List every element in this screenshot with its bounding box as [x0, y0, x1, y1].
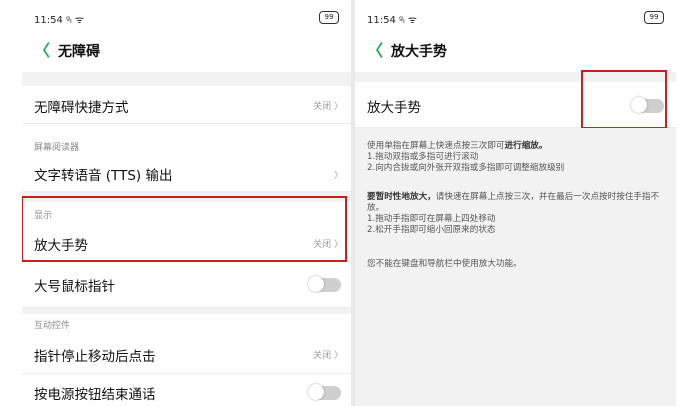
- list-item-label: 按电源按钮结束通话: [34, 387, 156, 403]
- list-item-click-after-stop[interactable]: 指针停止移动后点击 关闭 〉: [22, 336, 351, 374]
- battery-icon: 99: [319, 11, 339, 24]
- section-header-interaction: 互动控件: [34, 321, 71, 331]
- section-gap: [22, 308, 351, 314]
- list-item-big-pointer[interactable]: 大号鼠标指针: [22, 262, 351, 308]
- description-block-2: 要暂时性地放大，请快速在屏幕上点按三次，并在最后一次点按时按住手指不放。 1.拖…: [367, 192, 668, 236]
- desc-line: 您不能在键盘和导航栏中使用放大功能。: [367, 259, 522, 269]
- list-item-shortcut[interactable]: 无障碍快捷方式 关闭 〉: [22, 86, 351, 124]
- status-bar: 11:54 ᵍₗ ᯤ 99: [34, 11, 339, 26]
- list-item-label: 文字转语音 (TTS) 输出: [34, 168, 173, 184]
- accessibility-screen: 11:54 ᵍₗ ᯤ 99 〈 无障碍 无障碍快捷方式 关闭 〉 屏幕阅读器 文…: [22, 0, 351, 406]
- list-item-tts[interactable]: 文字转语音 (TTS) 输出 〉: [22, 156, 351, 192]
- list-item-value: 关闭 〉: [313, 102, 343, 112]
- section-gap: [22, 72, 351, 86]
- desc-bold-text: 进行缩放。: [504, 141, 548, 151]
- header: 〈 放大手势: [367, 40, 447, 62]
- magnification-gesture-screen: 11:54 ᵍₗ ᯤ 99 〈 放大手势 放大手势 使用单指在屏幕上快速点按三次…: [355, 0, 676, 406]
- back-arrow-icon[interactable]: 〈: [367, 40, 383, 62]
- status-time: 11:54 ᵍₗ ᯤ: [367, 15, 418, 26]
- desc-line: 1.拖动双指或多指可进行滚动: [367, 152, 479, 162]
- desc-text: 使用单指在屏幕上快速点按三次即可: [367, 141, 505, 151]
- list-item-label: 指针停止移动后点击: [34, 349, 156, 365]
- status-bar: 11:54 ᵍₗ ᯤ 99: [367, 11, 664, 26]
- desc-line: 2.向内合拢或向外张开双指或多指即可调整缩放级别: [367, 163, 565, 173]
- back-arrow-icon[interactable]: 〈: [34, 40, 50, 62]
- highlight-box: [581, 70, 667, 129]
- highlight-box: [22, 196, 347, 262]
- toggle-switch[interactable]: [308, 384, 341, 400]
- toggle-switch[interactable]: [308, 276, 341, 292]
- section-header-screen-reader: 屏幕阅读器: [34, 143, 80, 153]
- toggle-knob: [308, 276, 324, 292]
- page-title: 放大手势: [391, 44, 448, 60]
- list-item-label: 大号鼠标指针: [34, 279, 115, 295]
- toggle-knob: [308, 384, 324, 400]
- desc-line: 2.松开手指即可缩小回原来的状态: [367, 225, 496, 235]
- header: 〈 无障碍: [34, 40, 100, 62]
- battery-icon: 99: [644, 11, 664, 24]
- toggle-label: 放大手势: [367, 100, 421, 116]
- list-item-power-end-call[interactable]: 按电源按钮结束通话: [22, 374, 351, 406]
- page-title: 无障碍: [58, 44, 101, 60]
- list-item-value: 关闭 〉: [313, 351, 343, 361]
- desc-bold-text: 要暂时性地放大，: [367, 192, 436, 202]
- list-item-value: 〉: [333, 171, 343, 181]
- description-block-1: 使用单指在屏幕上快速点按三次即可进行缩放。 1.拖动双指或多指可进行滚动 2.向…: [367, 141, 668, 174]
- description-block-3: 您不能在键盘和导航栏中使用放大功能。: [367, 259, 668, 270]
- status-time: 11:54 ᵍₗ ᯤ: [34, 15, 85, 26]
- list-item-label: 无障碍快捷方式: [34, 100, 129, 116]
- desc-line: 1.拖动手指即可在屏幕上四处移动: [367, 214, 496, 224]
